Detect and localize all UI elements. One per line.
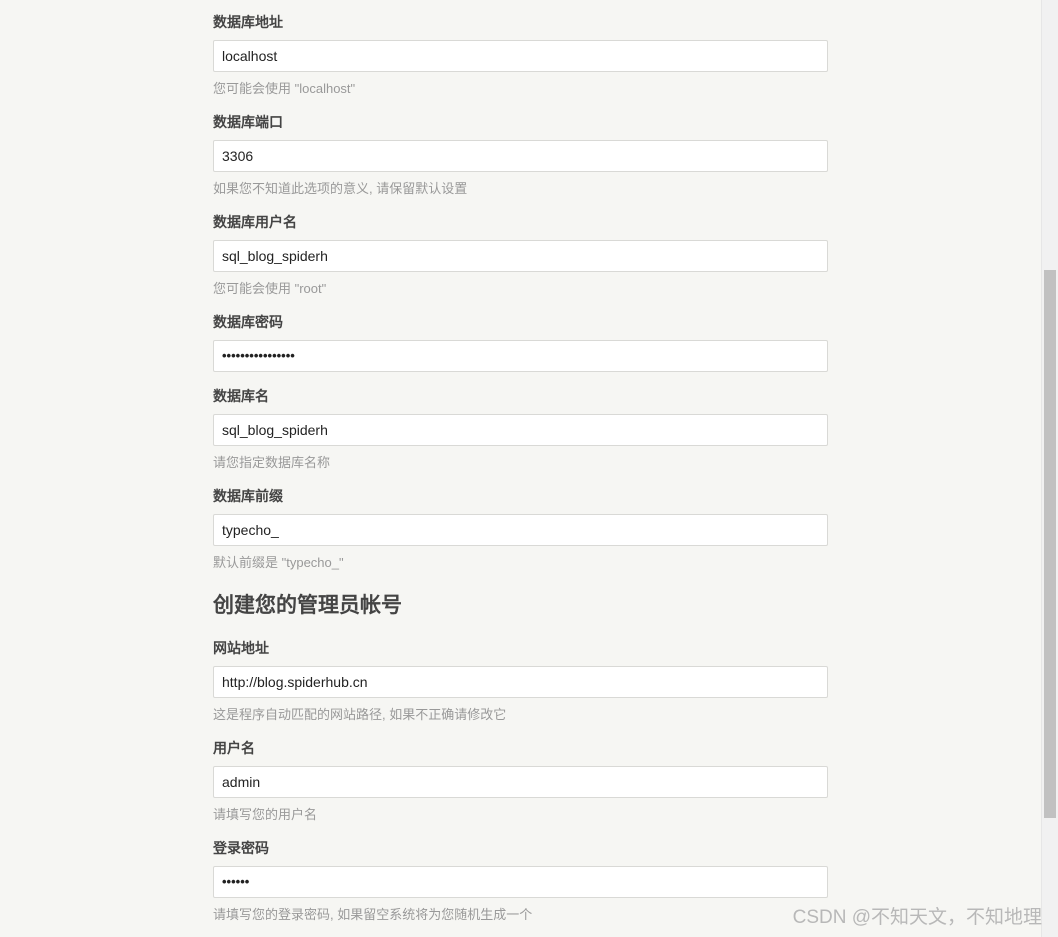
field-label: 数据库地址 <box>213 14 283 30</box>
db-host-input[interactable]: localhost <box>213 40 828 72</box>
input-value: •••••••••••••••• <box>222 348 295 363</box>
db-prefix-input[interactable]: typecho_ <box>213 514 828 546</box>
admin-username-input[interactable]: admin <box>213 766 828 798</box>
page: 数据库地址 localhost 您可能会使用 "localhost" 数据库端口… <box>0 0 1058 937</box>
input-value: http://blog.spiderhub.cn <box>222 674 368 690</box>
admin-password-input[interactable]: •••••• <box>213 866 828 898</box>
db-name-input[interactable]: sql_blog_spiderh <box>213 414 828 446</box>
field-hint: 请填写您的用户名 <box>213 807 318 822</box>
db-user-input[interactable]: sql_blog_spiderh <box>213 240 828 272</box>
field-hint: 请您指定数据库名称 <box>213 455 331 470</box>
db-password-input[interactable]: •••••••••••••••• <box>213 340 828 372</box>
scrollbar-thumb[interactable] <box>1044 270 1056 818</box>
watermark: CSDN @不知天文，不知地理 <box>792 907 1042 928</box>
field-hint: 请填写您的登录密码, 如果留空系统将为您随机生成一个 <box>213 907 533 922</box>
vertical-scrollbar[interactable] <box>1041 0 1058 937</box>
field-hint: 您可能会使用 "localhost" <box>213 81 356 96</box>
field-hint: 默认前缀是 "typecho_" <box>213 555 344 570</box>
field-label: 用户名 <box>213 740 255 756</box>
input-value: localhost <box>222 48 278 64</box>
field-hint: 这是程序自动匹配的网站路径, 如果不正确请修改它 <box>213 707 507 722</box>
field-label: 数据库名 <box>213 388 269 404</box>
input-value: admin <box>222 774 261 790</box>
field-label: 数据库端口 <box>213 114 283 130</box>
field-hint: 您可能会使用 "root" <box>213 281 327 296</box>
field-label: 登录密码 <box>213 840 269 856</box>
admin-section-title: 创建您的管理员帐号 <box>213 594 402 617</box>
db-port-input[interactable]: 3306 <box>213 140 828 172</box>
field-label: 网站地址 <box>213 640 269 656</box>
input-value: sql_blog_spiderh <box>222 422 328 438</box>
field-label: 数据库密码 <box>213 314 283 330</box>
input-value: •••••• <box>222 874 250 889</box>
field-label: 数据库用户名 <box>213 214 297 230</box>
input-value: 3306 <box>222 148 254 164</box>
field-hint: 如果您不知道此选项的意义, 请保留默认设置 <box>213 181 468 196</box>
input-value: sql_blog_spiderh <box>222 248 328 264</box>
site-url-input[interactable]: http://blog.spiderhub.cn <box>213 666 828 698</box>
field-label: 数据库前缀 <box>213 488 283 504</box>
input-value: typecho_ <box>222 522 279 538</box>
